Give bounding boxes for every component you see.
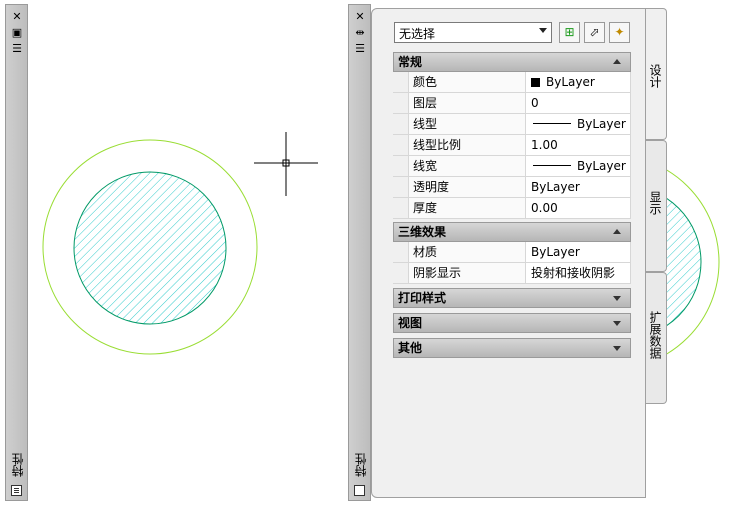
property-name: 透明度 (408, 177, 526, 197)
collapse-icon (613, 59, 621, 64)
property-name: 厚度 (408, 198, 526, 218)
property-name: 阴影显示 (408, 263, 526, 283)
property-name: 图层 (408, 93, 526, 113)
properties-palette-collapsed[interactable]: ✕ ▣ ☰ 特性 (5, 4, 28, 501)
group-title: 常规 (398, 55, 423, 69)
lineweight-sample (533, 165, 571, 166)
property-name: 线型比例 (408, 135, 526, 155)
hatched-circle[interactable] (73, 171, 227, 325)
property-row[interactable]: 线型比例 1.00 (393, 135, 631, 156)
properties-menu-icon[interactable]: ☰ (353, 43, 367, 55)
expand-icon (613, 346, 621, 351)
selection-value: 无选择 (399, 27, 436, 41)
expand-icon (613, 296, 621, 301)
property-row[interactable]: 颜色 ByLayer (393, 72, 631, 93)
chevron-down-icon (539, 28, 547, 33)
select-objects-icon[interactable]: ⬀ (584, 22, 605, 43)
property-row[interactable]: 线型 ByLayer (393, 114, 631, 135)
property-row[interactable]: 图层 0 (393, 93, 631, 114)
property-value[interactable]: 0.00 (526, 198, 631, 218)
color-swatch (531, 78, 540, 87)
toggle-pickadd-icon[interactable]: ⊞ (559, 22, 580, 43)
group-title: 打印样式 (398, 291, 447, 305)
properties-menu-icon[interactable]: ☰ (10, 43, 24, 55)
quick-select-icon[interactable]: ✦ (609, 22, 630, 43)
property-value[interactable]: ByLayer (526, 242, 631, 262)
property-row[interactable]: 厚度 0.00 (393, 198, 631, 219)
palette-title[interactable]: 特性 (9, 453, 25, 477)
properties-palette-titlebar[interactable]: ✕ ⇹ ☰ 特性 (348, 4, 371, 501)
property-name: 线宽 (408, 156, 526, 176)
properties-palette: 无选择 ⊞ ⬀ ✦ 常规 颜色 ByLayer 图层 0 线型 ByLayer 线型比… (371, 8, 646, 498)
property-row[interactable]: 材质 ByLayer (393, 242, 631, 263)
property-value[interactable]: ByLayer (526, 72, 631, 92)
property-row[interactable]: 透明度 ByLayer (393, 177, 631, 198)
property-name: 线型 (408, 114, 526, 134)
property-value[interactable]: ByLayer (526, 114, 631, 134)
property-row[interactable]: 阴影显示 投射和接收阴影 (393, 263, 631, 284)
property-value[interactable]: 0 (526, 93, 631, 113)
expand-icon (613, 321, 621, 326)
properties-icon[interactable] (354, 485, 365, 496)
property-name: 颜色 (408, 72, 526, 92)
tab-display[interactable]: 显示 (646, 140, 667, 272)
group-title: 视图 (398, 316, 423, 330)
tab-extended-data[interactable]: 扩展数据 (646, 272, 667, 404)
crosshair-cursor (254, 132, 318, 196)
property-grid: 常规 颜色 ByLayer 图层 0 线型 ByLayer 线型比例 1.00 线宽 By… (393, 51, 631, 358)
palette-title[interactable]: 特性 (352, 453, 368, 477)
properties-icon[interactable] (11, 485, 22, 496)
auto-hide-icon[interactable]: ▣ (10, 27, 24, 39)
group-general[interactable]: 常规 (393, 52, 631, 72)
auto-hide-icon[interactable]: ⇹ (353, 27, 367, 39)
close-icon[interactable]: ✕ (10, 11, 24, 23)
group-title: 三维效果 (398, 225, 447, 239)
selection-dropdown[interactable]: 无选择 (394, 22, 552, 43)
group-misc[interactable]: 其他 (393, 338, 631, 358)
group-plot-style[interactable]: 打印样式 (393, 288, 631, 308)
property-row[interactable]: 线宽 ByLayer (393, 156, 631, 177)
property-value[interactable]: ByLayer (526, 177, 631, 197)
property-value[interactable]: ByLayer (526, 156, 631, 176)
close-icon[interactable]: ✕ (353, 11, 367, 23)
property-value[interactable]: 1.00 (526, 135, 631, 155)
property-value[interactable]: 投射和接收阴影 (526, 263, 631, 283)
collapse-icon (613, 229, 621, 234)
group-title: 其他 (398, 341, 423, 355)
group-view[interactable]: 视图 (393, 313, 631, 333)
group-3d-effects[interactable]: 三维效果 (393, 222, 631, 242)
property-name: 材质 (408, 242, 526, 262)
linetype-sample (533, 123, 571, 124)
tab-design[interactable]: 设计 (646, 8, 667, 140)
